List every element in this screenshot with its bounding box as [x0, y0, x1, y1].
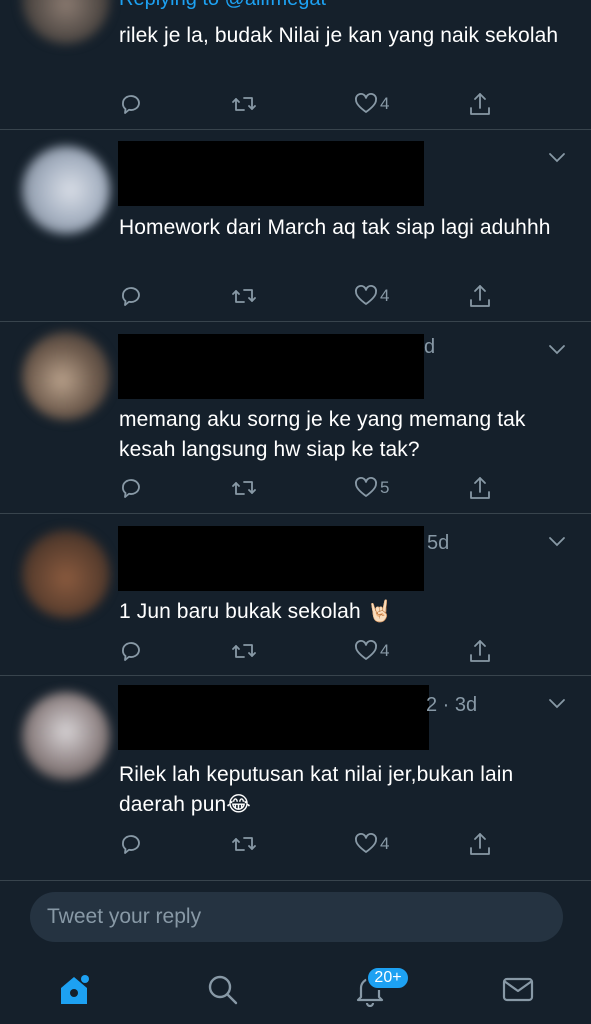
like-count: 5 — [380, 478, 390, 497]
share-icon — [470, 640, 490, 662]
tweet-text: Rilek lah keputusan kat nilai jer,bukan … — [119, 763, 514, 816]
notifications-badge: 20+ — [366, 966, 410, 990]
retweet-button[interactable] — [231, 282, 257, 310]
chevron-down-icon[interactable] — [547, 536, 567, 548]
messages-icon[interactable] — [500, 971, 536, 1007]
tweet-actions: 4 — [119, 282, 499, 310]
like-count: 4 — [380, 286, 390, 305]
tweet-text: rilek je la, budak Nilai je kan yang nai… — [119, 24, 559, 47]
like-icon — [355, 285, 377, 305]
like-button[interactable]: 4 — [354, 830, 389, 858]
redacted-username — [118, 334, 424, 399]
tweet-meta: 5d — [427, 532, 450, 554]
tweet-actions: 4 — [119, 830, 499, 858]
tweet-text: memang aku sorng je ke yang memang tak k… — [119, 408, 526, 461]
tweet[interactable]: 5d 1 Jun baru bukak sekolah 🤘🏻 4 — [0, 514, 591, 676]
tweet-text: 1 Jun baru bukak sekolah 🤘🏻 — [119, 600, 393, 623]
like-count: 4 — [380, 94, 390, 113]
share-button[interactable] — [468, 474, 492, 502]
share-button[interactable] — [468, 637, 492, 665]
share-icon — [470, 833, 490, 855]
retweet-button[interactable] — [231, 474, 257, 502]
like-icon — [355, 477, 377, 497]
retweet-button[interactable] — [231, 90, 257, 118]
reply-button[interactable] — [119, 830, 143, 858]
share-button[interactable] — [468, 282, 492, 310]
redacted-username — [118, 526, 424, 591]
retweet-icon — [232, 481, 256, 495]
retweet-button[interactable] — [231, 637, 257, 665]
tweet-top-reply[interactable]: Replying to @alifmegat rilek je la, buda… — [0, 0, 591, 130]
avatar[interactable] — [22, 0, 110, 44]
retweet-icon — [232, 289, 256, 303]
retweet-icon — [232, 644, 256, 658]
reply-button[interactable] — [119, 474, 143, 502]
share-button[interactable] — [468, 90, 492, 118]
reply-icon — [122, 479, 140, 498]
redacted-username — [118, 141, 424, 206]
search-icon[interactable] — [204, 971, 240, 1007]
share-icon — [470, 93, 490, 115]
like-button[interactable]: 4 — [354, 637, 389, 665]
share-icon — [470, 477, 490, 499]
retweet-icon — [232, 837, 256, 851]
like-count: 4 — [380, 834, 390, 853]
reply-input[interactable]: Tweet your reply — [30, 892, 563, 942]
tweet-actions: 4 — [119, 637, 499, 665]
tweet-actions: 4 — [119, 90, 499, 118]
avatar[interactable] — [22, 146, 110, 234]
share-button[interactable] — [468, 830, 492, 858]
tweet-meta: 2 · 3d — [426, 694, 478, 716]
tweet[interactable]: Homework dari March aq tak siap lagi adu… — [0, 130, 591, 322]
reply-icon — [122, 835, 140, 854]
like-button[interactable]: 4 — [354, 282, 389, 310]
reply-button[interactable] — [119, 90, 143, 118]
chevron-down-icon[interactable] — [547, 698, 567, 710]
like-button[interactable]: 5 — [354, 474, 389, 502]
tweet[interactable]: d memang aku sorng je ke yang memang tak… — [0, 322, 591, 514]
retweet-icon — [232, 97, 256, 111]
reply-icon — [122, 642, 140, 661]
share-icon — [470, 285, 490, 307]
like-icon — [355, 833, 377, 853]
home-icon[interactable] — [56, 971, 92, 1007]
tweet-actions: 5 — [119, 474, 499, 502]
reply-button[interactable] — [119, 637, 143, 665]
tweet[interactable]: 2 · 3d Rilek lah keputusan kat nilai jer… — [0, 676, 591, 881]
like-count: 4 — [380, 641, 390, 660]
chevron-down-icon[interactable] — [547, 344, 567, 356]
bottom-tab-bar — [0, 955, 591, 1024]
like-button[interactable]: 4 — [354, 90, 389, 118]
chevron-down-icon[interactable] — [547, 152, 567, 164]
retweet-button[interactable] — [231, 830, 257, 858]
reply-icon — [122, 287, 140, 306]
redacted-username — [118, 685, 429, 750]
reply-button[interactable] — [119, 282, 143, 310]
reply-icon — [122, 95, 140, 114]
avatar[interactable] — [22, 332, 110, 420]
tweet-text: Homework dari March aq tak siap lagi adu… — [119, 216, 551, 239]
avatar[interactable] — [22, 530, 110, 618]
like-icon — [355, 640, 377, 660]
tweet-meta: d — [424, 336, 436, 358]
replying-to-label: Replying to @alifmegat — [119, 0, 326, 11]
avatar[interactable] — [22, 692, 110, 780]
like-icon — [355, 93, 377, 113]
